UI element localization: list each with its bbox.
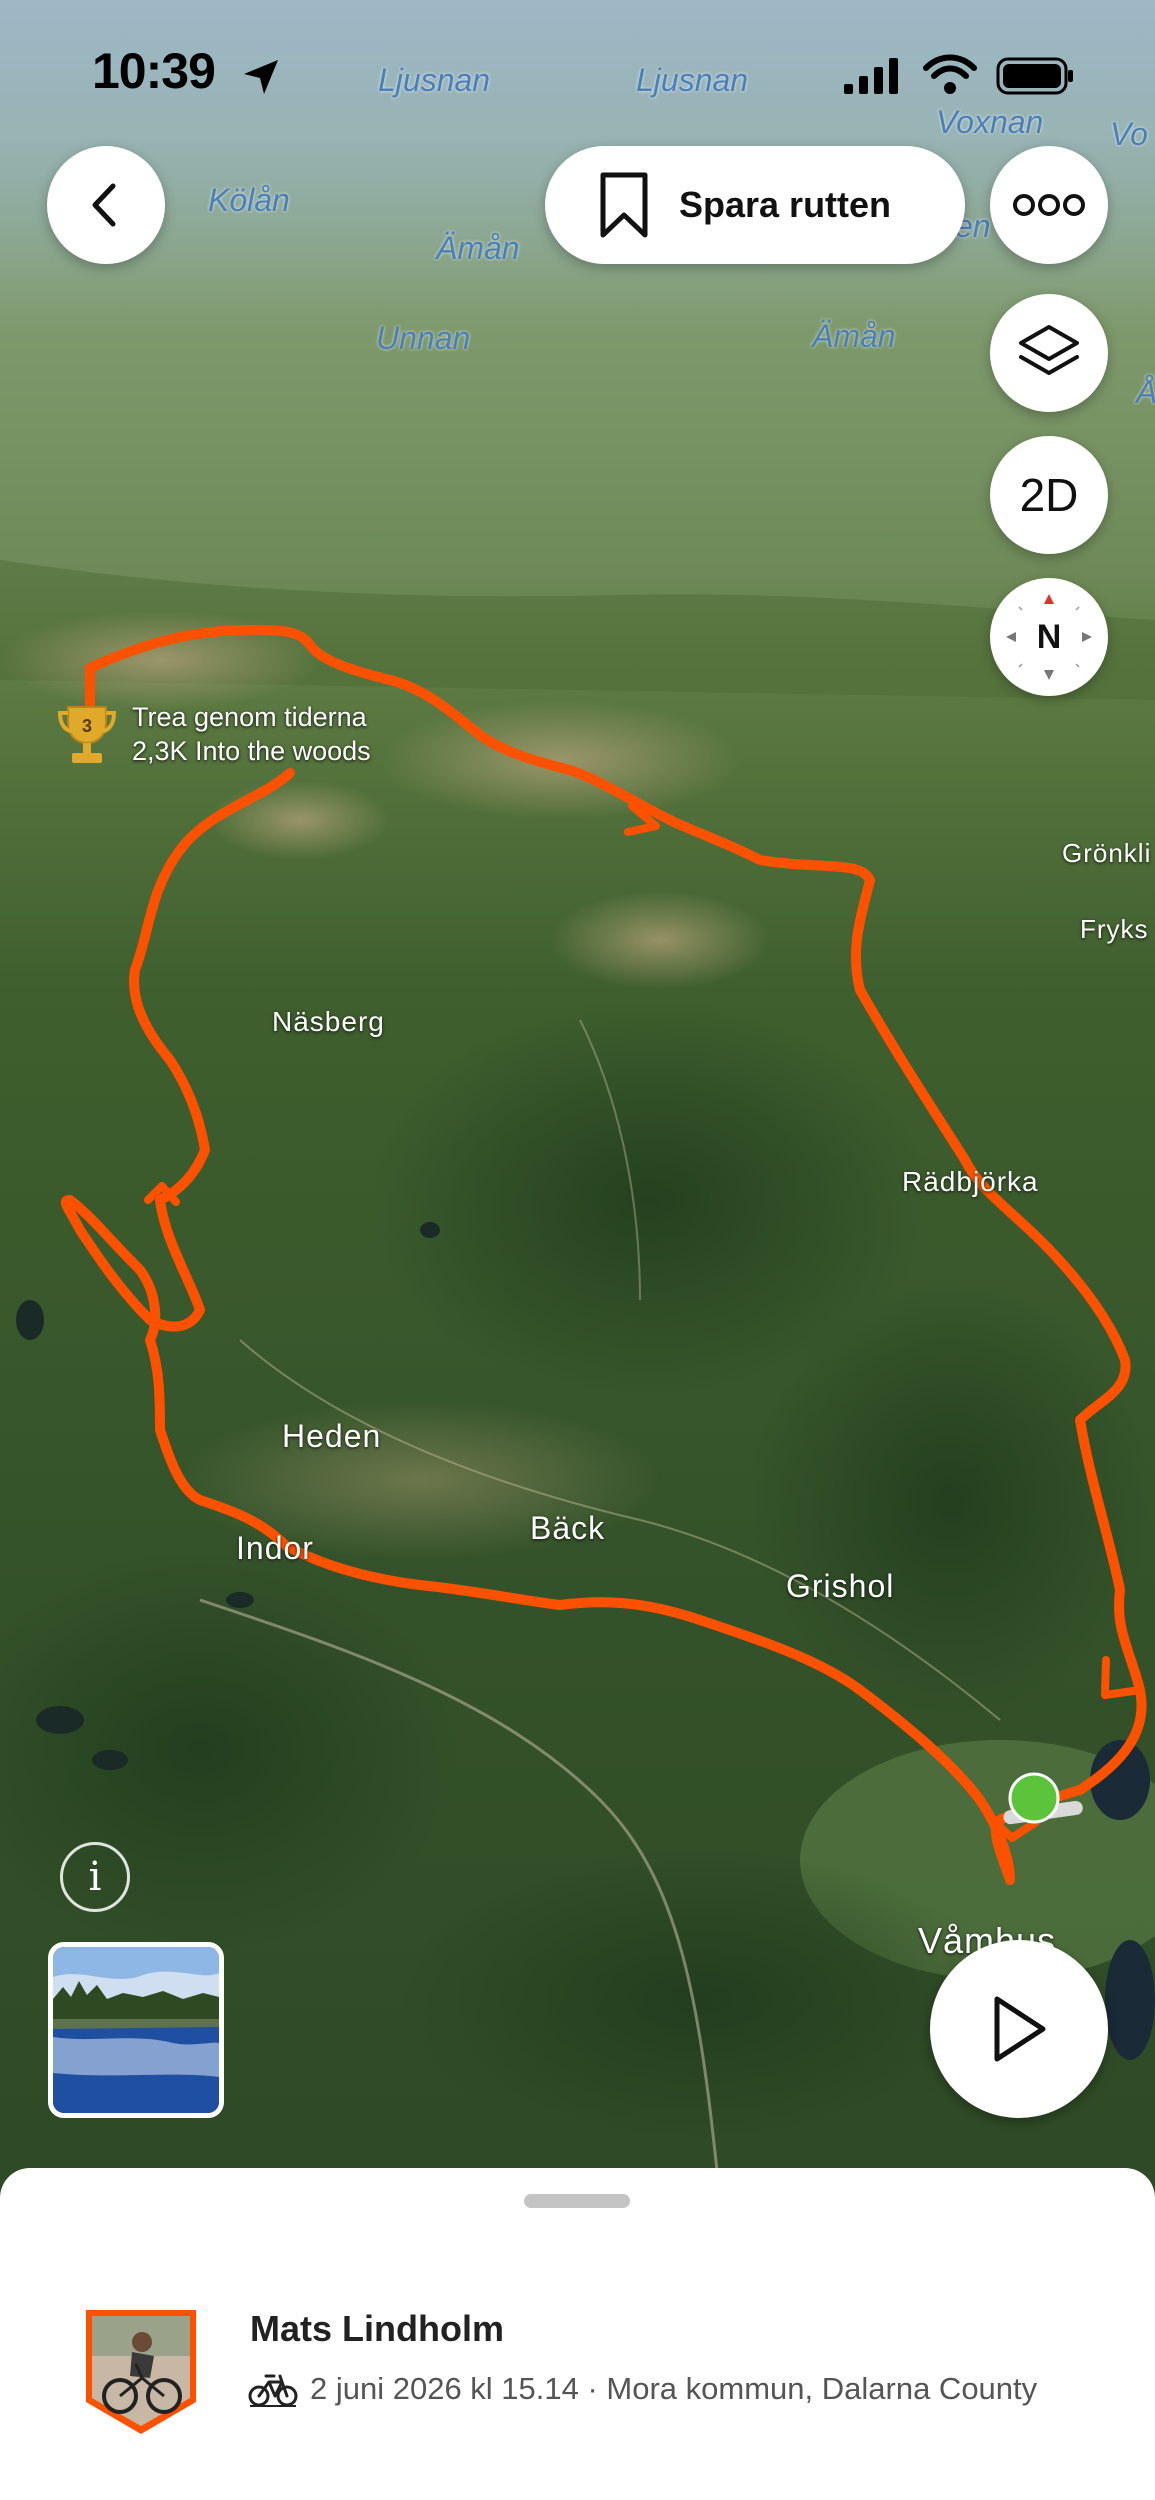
trophy-icon: 3 <box>57 706 117 763</box>
lake-photo <box>53 1947 219 2113</box>
battery-icon <box>996 57 1073 95</box>
activity-meta: 2 juni 2026 kl 15.14 · Mora kommun, Dala… <box>248 2370 1037 2408</box>
water-label: Unnan <box>376 320 471 356</box>
place-label: Bäck <box>530 1510 606 1546</box>
place-label: Näsberg <box>272 1006 385 1037</box>
activity-bottom-sheet[interactable]: Mats Lindholm 2 juni 2026 kl 15.14 · Mor… <box>0 2168 1155 2500</box>
toggle-2d-button[interactable]: 2D <box>990 436 1108 554</box>
chevron-left-icon <box>92 183 116 227</box>
svg-text:3: 3 <box>82 716 92 736</box>
activity-photo-thumbnail[interactable] <box>48 1942 224 2118</box>
segment-detail: 2,3K Into the woods <box>132 736 371 766</box>
segment-name: Trea genom tiderna <box>132 702 367 732</box>
start-marker <box>1008 1772 1060 1824</box>
activity-details: 2 juni 2026 kl 15.14 · Mora kommun, Dala… <box>310 2371 1038 2406</box>
map-view[interactable] <box>0 0 1155 2200</box>
save-route-label: Spara rutten <box>679 184 892 225</box>
map-layers-button[interactable] <box>990 294 1108 412</box>
place-label: Indor <box>236 1530 314 1566</box>
place-label: Grishol <box>786 1568 895 1604</box>
map-info-button[interactable]: i <box>60 1842 130 1912</box>
play-icon <box>994 1996 1046 2062</box>
place-label: Grönkli <box>1062 838 1152 868</box>
compass-icon: N <box>1006 594 1092 680</box>
status-bar: 10:39 <box>0 0 1155 150</box>
bookmark-icon <box>600 172 648 238</box>
cellular-signal-icon <box>844 58 898 94</box>
layers-icon <box>1019 325 1079 375</box>
more-options-button[interactable] <box>990 146 1108 264</box>
water-label: Ämån <box>436 230 520 266</box>
wifi-icon <box>923 54 977 94</box>
place-label: Fryks <box>1080 914 1149 944</box>
place-label: Heden <box>282 1418 382 1454</box>
water-label: Å <box>1136 374 1155 411</box>
back-button[interactable] <box>47 146 165 264</box>
play-flyover-button[interactable] <box>930 1940 1108 2118</box>
bike-icon <box>248 2374 298 2407</box>
athlete-name[interactable]: Mats Lindholm <box>250 2308 504 2350</box>
more-dots-icon <box>1013 194 1085 216</box>
segment-achievement-tag[interactable]: 3 Trea genom tiderna 2,3K Into the woods <box>56 700 371 768</box>
sheet-grabber[interactable] <box>524 2194 630 2208</box>
water-label: Kölån <box>208 182 290 218</box>
place-label: Rädbjörka <box>902 1166 1039 1197</box>
save-route-button[interactable]: Spara rutten <box>545 146 965 264</box>
compass-button[interactable]: N <box>990 578 1108 696</box>
info-icon: i <box>88 1854 102 1900</box>
athlete-avatar[interactable] <box>82 2306 200 2438</box>
toggle-2d-label: 2D <box>1019 469 1079 521</box>
status-time: 10:39 <box>92 43 216 99</box>
water-label: Ämån <box>812 318 896 354</box>
location-arrow-icon <box>244 60 278 94</box>
satellite-terrain <box>0 0 1155 2200</box>
svg-text:N: N <box>1037 618 1062 656</box>
